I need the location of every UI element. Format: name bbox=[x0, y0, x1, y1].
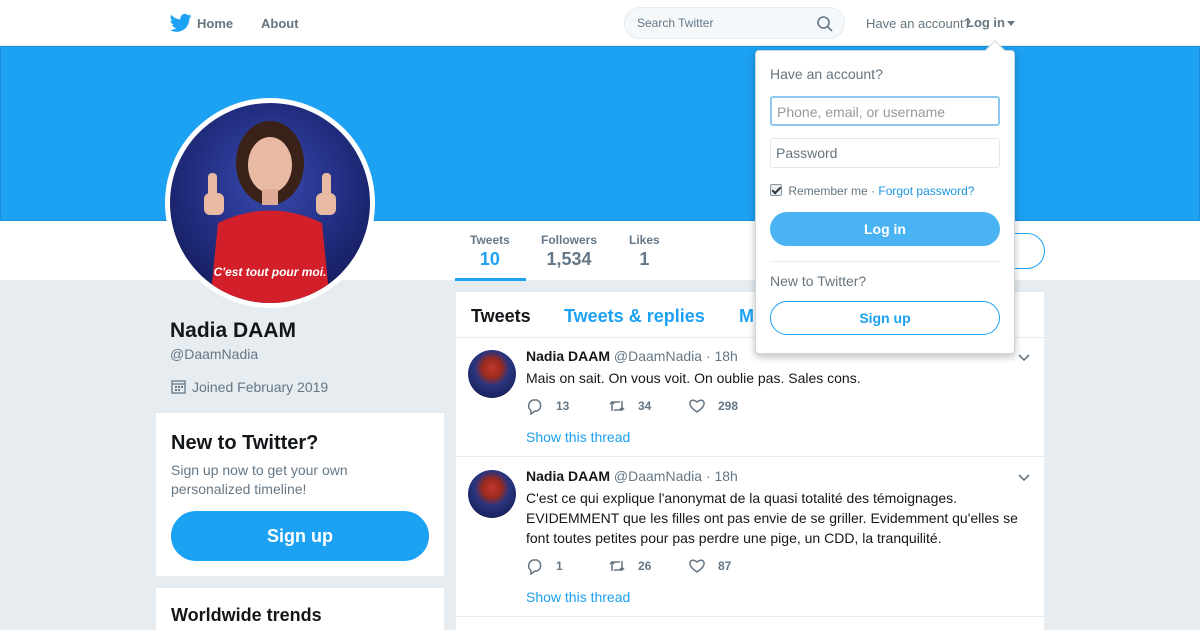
reply-count: 13 bbox=[556, 399, 570, 413]
remember-me-label[interactable]: Remember me bbox=[788, 184, 867, 198]
avatar-image: C'est tout pour moi. bbox=[170, 103, 370, 303]
joined-date: Joined February 2019 bbox=[192, 379, 329, 395]
sign-up-button[interactable]: Sign up bbox=[171, 511, 429, 561]
tab-media[interactable]: M bbox=[739, 306, 754, 327]
login-button[interactable]: Log in bbox=[770, 212, 1000, 246]
avatar-caption: C'est tout pour moi. bbox=[213, 265, 327, 279]
retweet-count: 26 bbox=[638, 559, 652, 573]
profile-avatar[interactable]: C'est tout pour moi. bbox=[165, 98, 375, 308]
tweet-author-handle[interactable]: @DaamNadia bbox=[614, 348, 702, 364]
tweet[interactable]: Nadia DAAM @DaamNadia · 18h C'est ce qui… bbox=[456, 458, 1044, 617]
calendar-icon bbox=[171, 380, 186, 394]
signup-card-title: New to Twitter? bbox=[171, 432, 319, 454]
have-account-text: Have an account? bbox=[866, 16, 971, 31]
remember-me-row: Remember me · Forgot password? bbox=[770, 184, 974, 198]
stat-value: 1,534 bbox=[546, 249, 592, 269]
stat-tweets[interactable]: Tweets 10 bbox=[470, 233, 510, 270]
remember-me-checkbox[interactable] bbox=[770, 184, 782, 196]
active-stat-indicator bbox=[455, 278, 526, 281]
tweet-time[interactable]: · 18h bbox=[706, 468, 738, 484]
retweet-count: 34 bbox=[638, 399, 652, 413]
login-dropdown: Have an account? Phone, email, or userna… bbox=[755, 40, 1015, 354]
stat-label: Tweets bbox=[470, 233, 510, 247]
show-thread-link[interactable]: Show this thread bbox=[526, 429, 630, 445]
login-dropdown-title: Have an account? bbox=[770, 66, 883, 82]
chevron-down-icon[interactable] bbox=[1018, 354, 1030, 362]
nav-about-link[interactable]: About bbox=[261, 16, 299, 31]
search-icon[interactable] bbox=[816, 15, 834, 33]
forgot-password-link[interactable]: Forgot password? bbox=[878, 184, 974, 198]
dropdown-sign-up-button[interactable]: Sign up bbox=[770, 301, 1000, 335]
tweet-author-name[interactable]: Nadia DAAM bbox=[526, 348, 610, 364]
signup-card: New to Twitter? Sign up now to get your … bbox=[156, 413, 444, 576]
trends-card: Worldwide trends bbox=[156, 588, 444, 630]
tweet-author-handle[interactable]: @DaamNadia bbox=[614, 468, 702, 484]
heart-icon bbox=[689, 559, 705, 573]
password-field[interactable]: Password bbox=[770, 138, 1000, 168]
tweet[interactable]: Nadia DAAM @DaamNadia · 18h Mais on sait… bbox=[456, 338, 1044, 457]
reply-count: 1 bbox=[556, 559, 563, 573]
tweet-text: C'est ce qui explique l'anonymat de la q… bbox=[526, 490, 1018, 546]
username-field[interactable]: Phone, email, or username bbox=[770, 96, 1000, 126]
nav-home-link[interactable]: Home bbox=[197, 16, 233, 31]
tweet-text: Mais on sait. On vous voit. On oublie pa… bbox=[526, 370, 861, 386]
stat-value: 10 bbox=[479, 249, 500, 269]
search-placeholder: Search Twitter bbox=[637, 16, 714, 30]
divider bbox=[770, 261, 1000, 262]
top-nav: Home About Search Twitter Have an accoun… bbox=[0, 0, 1200, 46]
heart-icon bbox=[689, 399, 705, 413]
tweet-author-name[interactable]: Nadia DAAM bbox=[526, 468, 610, 484]
remember-separator: · bbox=[867, 184, 879, 198]
tweet-avatar[interactable] bbox=[468, 350, 516, 398]
twitter-bird-icon[interactable] bbox=[170, 13, 192, 33]
tweet-time[interactable]: · 18h bbox=[706, 348, 738, 364]
retweet-icon bbox=[609, 400, 625, 412]
login-dropdown-toggle[interactable]: Log in bbox=[966, 15, 1005, 30]
stat-value: 1 bbox=[639, 249, 650, 269]
search-input[interactable]: Search Twitter bbox=[624, 7, 845, 39]
stat-label: Likes bbox=[629, 233, 660, 247]
new-to-twitter-text: New to Twitter? bbox=[770, 273, 867, 289]
stat-label: Followers bbox=[541, 233, 598, 247]
profile-handle[interactable]: @DaamNadia bbox=[170, 346, 258, 362]
stat-likes[interactable]: Likes 1 bbox=[629, 233, 660, 270]
caret-down-icon[interactable] bbox=[1007, 21, 1015, 26]
retweet-icon bbox=[609, 560, 625, 572]
show-thread-link[interactable]: Show this thread bbox=[526, 589, 630, 605]
chevron-down-icon[interactable] bbox=[1018, 474, 1030, 482]
tab-tweets[interactable]: Tweets bbox=[471, 306, 531, 327]
reply-icon bbox=[527, 559, 542, 575]
tweet-avatar[interactable] bbox=[468, 470, 516, 518]
stat-followers[interactable]: Followers 1,534 bbox=[541, 233, 597, 270]
tweet-header: Nadia DAAM @DaamNadia · 18h bbox=[526, 468, 738, 484]
trends-title: Worldwide trends bbox=[171, 605, 322, 625]
tab-tweets-replies[interactable]: Tweets & replies bbox=[564, 306, 705, 327]
like-count: 87 bbox=[718, 559, 732, 573]
profile-name[interactable]: Nadia DAAM bbox=[170, 319, 296, 343]
signup-card-text: Sign up now to get your own personalized… bbox=[171, 462, 348, 497]
like-count: 298 bbox=[718, 399, 739, 413]
reply-icon bbox=[527, 399, 542, 415]
tweet-header: Nadia DAAM @DaamNadia · 18h bbox=[526, 348, 738, 364]
tweet[interactable] bbox=[456, 618, 1044, 630]
